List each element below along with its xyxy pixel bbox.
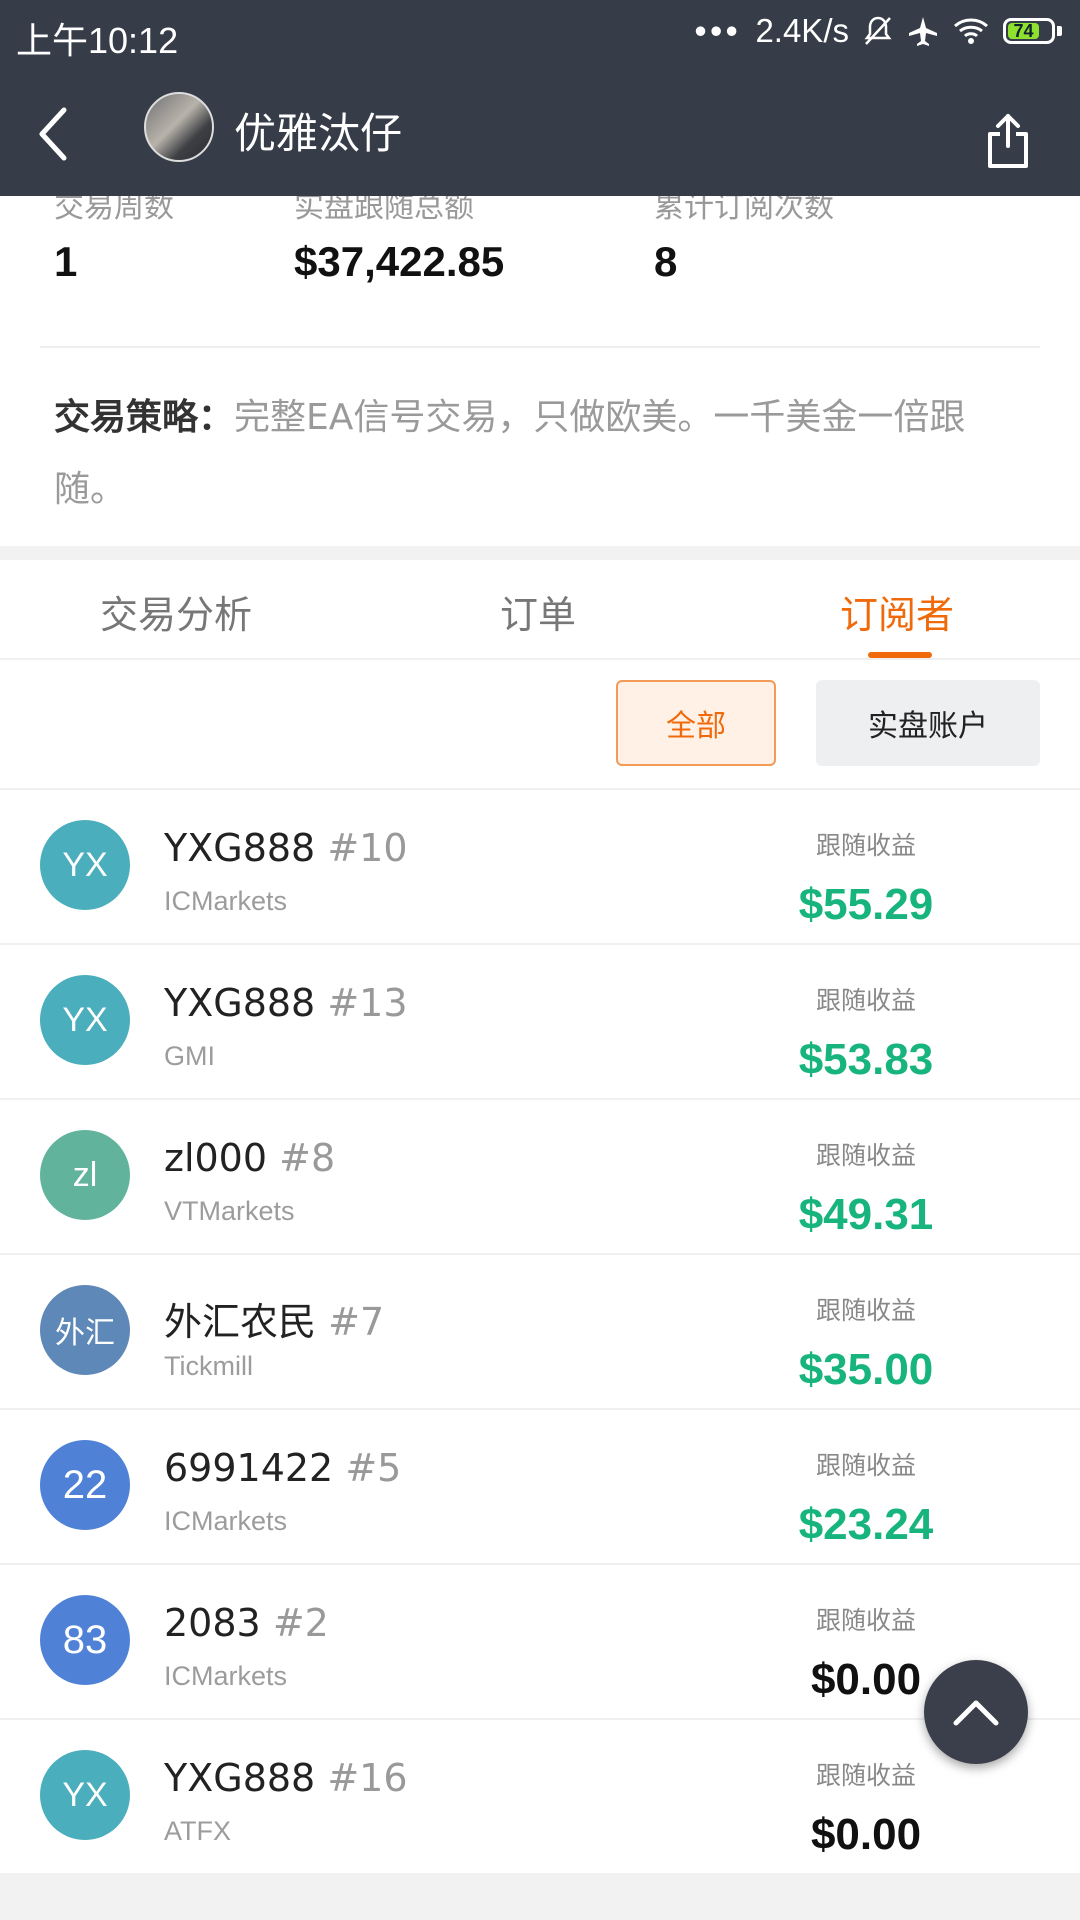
stat-value: 1	[54, 238, 78, 285]
list-item[interactable]: 外汇 外汇农民 #7 Tickmill 跟随收益 $35.00	[0, 1255, 1080, 1410]
avatar: 外汇	[40, 1285, 130, 1375]
profit-value: $53.83	[798, 1035, 934, 1084]
page-title: 优雅汰仔	[234, 109, 403, 158]
profit-label: 跟随收益	[815, 831, 916, 860]
app-bar: 上午10:12 ••• 2.4K/s 74 优雅汰仔	[0, 0, 1080, 196]
trader-summary-card: 交易周数 1 实盘跟随总额 $37,422.85 累计订阅次数 8 交易策略：完…	[0, 190, 1080, 546]
subscriber-name: YXG888 #10	[164, 826, 408, 870]
tab-orders[interactable]: 订单	[500, 584, 576, 639]
subscriber-rank: #10	[327, 826, 408, 870]
divider	[40, 346, 1040, 348]
subscriber-rank: #7	[328, 1300, 385, 1344]
profit-label: 跟随收益	[815, 1606, 916, 1635]
avatar: 83	[40, 1595, 130, 1685]
tab-subscribers[interactable]: 订阅者	[840, 584, 954, 639]
trader-avatar[interactable]	[144, 92, 214, 162]
broker-name: VTMarkets	[164, 1196, 295, 1226]
profit-value: $35.00	[798, 1345, 934, 1394]
wifi-icon	[954, 18, 988, 44]
stat-value: $37,422.85	[294, 238, 505, 285]
status-icons: ••• 2.4K/s 74	[695, 12, 1062, 50]
subscriber-rank: #13	[327, 981, 408, 1025]
tab-bar: 交易分析 订单 订阅者	[0, 560, 1080, 660]
profit-label: 跟随收益	[815, 1141, 916, 1170]
subscriber-rank: #5	[345, 1446, 402, 1490]
list-item[interactable]: YX YXG888 #16 ATFX 跟随收益 $0.00	[0, 1720, 1080, 1873]
subscriber-name: zl000 #8	[164, 1136, 336, 1180]
list-item[interactable]: 83 2083 #2 ICMarkets 跟随收益 $0.00	[0, 1565, 1080, 1720]
subscriber-rank: #8	[279, 1136, 336, 1180]
subscriber-rank: #2	[272, 1601, 329, 1645]
broker-name: ICMarkets	[164, 886, 288, 916]
profit-value: $23.24	[798, 1500, 934, 1549]
broker-name: GMI	[164, 1041, 215, 1071]
tab-trade-analysis[interactable]: 交易分析	[100, 584, 252, 639]
broker-name: ICMarkets	[164, 1661, 288, 1691]
scroll-to-top-button[interactable]	[924, 1660, 1028, 1764]
avatar: YX	[40, 1750, 130, 1840]
filter-all-button[interactable]: 全部	[616, 680, 776, 766]
avatar: zl	[40, 1130, 130, 1220]
subscriber-list: YX YXG888 #10 ICMarkets 跟随收益 $55.29 YX Y…	[0, 790, 1080, 1873]
broker-name: ICMarkets	[164, 1506, 288, 1536]
broker-name: ATFX	[164, 1816, 231, 1846]
subscriber-name: 6991422 #5	[164, 1446, 402, 1490]
profit-value: $49.31	[798, 1190, 934, 1239]
active-tab-indicator	[868, 652, 932, 658]
status-bar: 上午10:12 ••• 2.4K/s 74	[0, 0, 1080, 70]
airplane-icon	[909, 17, 937, 46]
subscriber-name: YXG888 #16	[164, 1756, 408, 1800]
broker-name: Tickmill	[164, 1351, 253, 1381]
profit-label: 跟随收益	[815, 986, 916, 1015]
battery-icon: 74	[1003, 18, 1062, 44]
strategy-label: 交易策略：	[54, 397, 235, 438]
filter-bar: 全部 实盘账户	[0, 660, 1080, 790]
avatar: 22	[40, 1440, 130, 1530]
status-time: 上午10:12	[16, 20, 179, 61]
list-item[interactable]: YX YXG888 #10 ICMarkets 跟随收益 $55.29	[0, 790, 1080, 945]
stat-value: 8	[654, 238, 678, 285]
strategy-text: 交易策略：完整EA信号交易，只做欧美。一千美金一倍跟随。	[54, 382, 1030, 526]
mute-bell-icon	[864, 16, 892, 45]
back-arrow-icon[interactable]	[34, 104, 74, 164]
profit-label: 跟随收益	[815, 1296, 916, 1325]
avatar: YX	[40, 820, 130, 910]
profit-label: 跟随收益	[815, 1451, 916, 1480]
profit-value: $55.29	[798, 880, 934, 929]
list-item[interactable]: 22 6991422 #5 ICMarkets 跟随收益 $23.24	[0, 1410, 1080, 1565]
list-item[interactable]: zl zl000 #8 VTMarkets 跟随收益 $49.31	[0, 1100, 1080, 1255]
profit-value: $0.00	[810, 1810, 922, 1859]
subscriber-rank: #16	[327, 1756, 408, 1800]
subscriber-name: 2083 #2	[164, 1601, 329, 1645]
share-icon[interactable]	[984, 110, 1032, 170]
profit-label: 跟随收益	[815, 1761, 916, 1790]
avatar: YX	[40, 975, 130, 1065]
network-speed: 2.4K/s	[755, 12, 849, 49]
filter-real-account-button[interactable]: 实盘账户	[816, 680, 1040, 766]
chevron-up-icon	[953, 1700, 999, 1726]
more-dots-icon: •••	[694, 12, 742, 49]
subscriber-name: YXG888 #13	[164, 981, 408, 1025]
subscriber-name: 外汇农民 #7	[164, 1300, 385, 1344]
battery-level: 74	[1008, 21, 1040, 41]
list-item[interactable]: YX YXG888 #13 GMI 跟随收益 $53.83	[0, 945, 1080, 1100]
